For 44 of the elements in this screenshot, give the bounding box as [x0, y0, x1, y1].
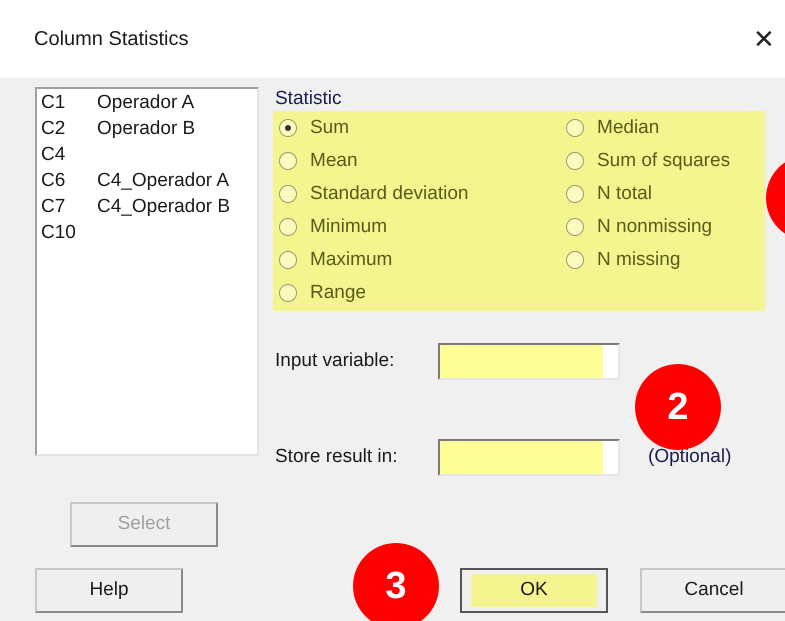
column-id[interactable]: C7 — [41, 194, 97, 220]
radio-option[interactable]: N total — [560, 180, 765, 208]
field-label: Store result in: — [274, 445, 398, 470]
radio-option[interactable]: Median — [560, 114, 765, 142]
column-id[interactable]: C4 — [41, 142, 97, 168]
callout-badge: 3 — [353, 543, 439, 621]
radio-button[interactable] — [279, 185, 297, 204]
radio-button[interactable] — [279, 152, 297, 170]
input-field[interactable] — [438, 343, 620, 380]
radio-option[interactable]: Sum — [273, 114, 560, 142]
ok-button[interactable]: OK — [460, 568, 608, 613]
column-id[interactable]: C6 — [41, 168, 97, 194]
field-label: Input variable: — [274, 349, 396, 374]
radio-button[interactable] — [566, 218, 584, 236]
radio-option[interactable]: N nonmissing — [560, 213, 765, 242]
window-title: Column Statistics — [34, 27, 188, 52]
column-id[interactable]: C2 — [41, 116, 97, 142]
column-name[interactable]: Operador A — [97, 90, 194, 116]
radio-option[interactable]: Standard deviation — [273, 180, 560, 208]
radio-button[interactable] — [279, 284, 297, 302]
radio-option[interactable]: Range — [273, 279, 560, 308]
radio-option[interactable]: Mean — [273, 147, 560, 176]
radio-button[interactable] — [566, 185, 584, 204]
radio-option[interactable]: Sum of squares — [560, 147, 765, 176]
radio-option[interactable]: Maximum — [273, 246, 560, 274]
help-button[interactable]: Help — [35, 568, 183, 613]
column-id[interactable]: C1 — [41, 90, 97, 116]
cancel-button[interactable]: Cancel — [640, 568, 785, 613]
column-list[interactable]: C1 Operador A C2 Operador B C4 C6 C4_Operador A C7 C4_Operador B C10 — [35, 87, 259, 456]
column-name[interactable]: C4_Operador A — [97, 168, 230, 194]
radio-button[interactable] — [279, 251, 297, 270]
column-id[interactable]: C10 — [41, 220, 97, 246]
radio-option[interactable]: N missing — [560, 246, 765, 274]
radio-button[interactable] — [566, 251, 584, 270]
radio-button[interactable] — [566, 152, 584, 170]
group-label: Statistic — [274, 87, 342, 111]
column-name[interactable]: C4_Operador B — [97, 194, 230, 220]
radio-button[interactable] — [279, 119, 297, 138]
radio-button[interactable] — [279, 218, 297, 236]
radio-button[interactable] — [566, 119, 584, 138]
column-name[interactable]: Operador B — [97, 116, 196, 142]
close-button[interactable]: ✕ — [749, 26, 779, 52]
input-field[interactable] — [438, 439, 620, 476]
radio-option[interactable]: Minimum — [273, 213, 560, 242]
